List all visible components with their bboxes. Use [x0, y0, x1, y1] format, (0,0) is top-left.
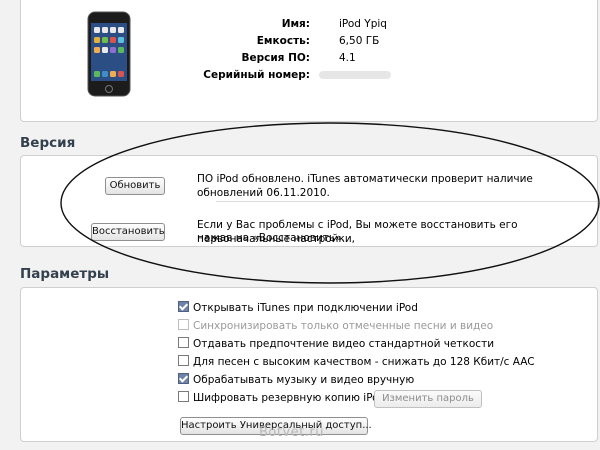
device-name-value: iPod Ypiq — [339, 18, 387, 30]
version-section-title: Версия — [20, 135, 76, 151]
device-info-panel: Имя: iPod Ypiq Емкость: 6,50 ГБ Версия П… — [20, 0, 598, 122]
option-open-itunes-label: Открывать iTunes при подключении iPod — [193, 302, 418, 314]
option-convert-128[interactable]: Для песен с высоким качеством - снижать … — [178, 355, 535, 369]
version-panel: Обновить ПО iPod обновлено. iTunes автом… — [20, 155, 598, 247]
restore-button[interactable]: Восстановить — [91, 223, 165, 241]
checkbox-checked-icon[interactable] — [178, 373, 189, 384]
device-name-label: Имя: — [281, 18, 310, 30]
watermark-text: Botvet.ru — [259, 425, 324, 440]
checkbox-icon[interactable] — [178, 355, 189, 366]
checkbox-icon[interactable] — [178, 391, 189, 402]
option-convert-128-label: Для песен с высоким качеством - снижать … — [193, 356, 535, 368]
option-prefer-sd-video-label: Отдавать предпочтение видео стандартной … — [193, 338, 495, 350]
option-encrypt-backup[interactable]: Шифровать резервную копию iPod — [178, 391, 385, 405]
option-encrypt-backup-label: Шифровать резервную копию iPod — [193, 392, 386, 404]
capacity-value: 6,50 ГБ — [339, 35, 380, 47]
software-version-label: Версия ПО: — [241, 52, 310, 64]
checkbox-icon[interactable] — [178, 337, 189, 348]
version-separator — [216, 201, 597, 202]
checkbox-checked-icon[interactable] — [178, 301, 189, 312]
restore-text-line2: нажав на «Восстановить». — [197, 232, 345, 244]
option-open-itunes[interactable]: Открывать iTunes при подключении iPod — [178, 301, 418, 315]
checkbox-disabled-icon — [178, 319, 189, 330]
capacity-label: Емкость: — [256, 35, 310, 47]
serial-number-label: Серийный номер: — [203, 69, 310, 81]
option-sync-checked-only-label: Синхронизировать только отмеченные песни… — [193, 320, 494, 332]
params-section-title: Параметры — [20, 266, 110, 282]
option-manual-manage-label: Обрабатывать музыку и видео вручную — [193, 374, 415, 386]
update-button[interactable]: Обновить — [105, 177, 165, 195]
option-sync-checked-only: Синхронизировать только отмеченные песни… — [178, 319, 493, 333]
change-password-button[interactable]: Изменить пароль — [374, 390, 482, 408]
serial-number-redaction — [319, 71, 391, 79]
software-version-value: 4.1 — [339, 52, 356, 64]
update-status-text: ПО iPod обновлено. iTunes автоматически … — [197, 173, 533, 199]
option-prefer-sd-video[interactable]: Отдавать предпочтение видео стандартной … — [178, 337, 494, 351]
option-manual-manage[interactable]: Обрабатывать музыку и видео вручную — [178, 373, 414, 387]
